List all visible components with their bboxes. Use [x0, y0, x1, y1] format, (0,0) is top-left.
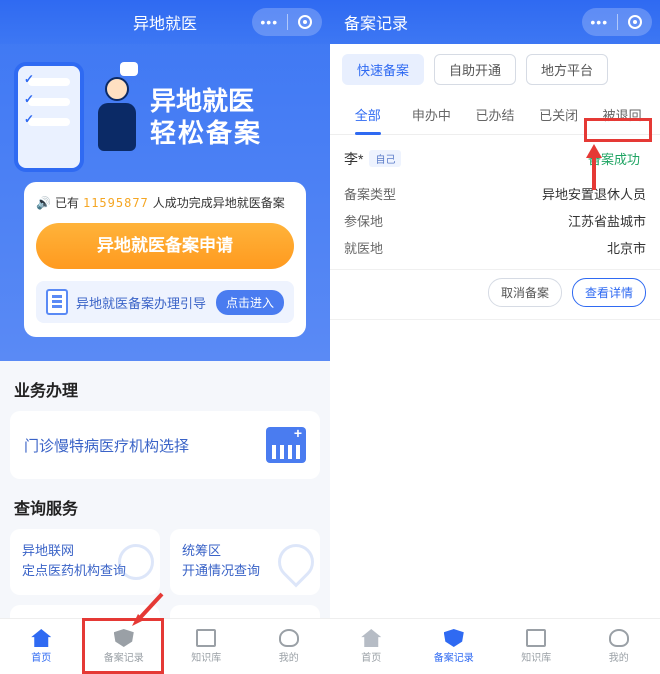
tab-knowledge[interactable]: 知识库: [165, 619, 248, 674]
view-detail-button[interactable]: 查看详情: [572, 278, 646, 307]
status-tab-processing[interactable]: 申办中: [400, 95, 464, 134]
home-screen: 异地就医 ••• 异地就医: [0, 0, 330, 674]
guide-enter-button[interactable]: 点击进入: [216, 290, 284, 315]
hero-banner: 异地就医 轻松备案 🔊 已有 11595877 人成功完成异地就医备案 异地就医…: [0, 44, 330, 351]
status-tabs: 全部 申办中 已办结 已关闭 被退回: [330, 95, 660, 135]
shield-icon: [444, 629, 464, 647]
home-icon: [31, 629, 51, 647]
miniprogram-capsule[interactable]: •••: [582, 8, 652, 36]
status-tab-all[interactable]: 全部: [336, 95, 400, 134]
record-item[interactable]: 李* 自己 备案成功 备案类型异地安置退休人员 参保地江苏省盐城市 就医地北京市: [330, 135, 660, 270]
close-icon[interactable]: [288, 15, 323, 29]
tab-mine[interactable]: 我的: [248, 619, 331, 674]
header-title: 异地就医: [133, 10, 197, 34]
speech-bubble-icon: [120, 62, 138, 76]
tab-home[interactable]: 首页: [330, 619, 413, 674]
close-icon[interactable]: [618, 15, 653, 29]
tabbar: 首页 备案记录 知识库 我的: [330, 618, 660, 674]
record-row-insured: 参保地江苏省盐城市: [344, 207, 646, 234]
guide-text: 异地就医备案办理引导: [76, 293, 208, 312]
status-badge: 备案成功: [582, 147, 646, 170]
tabbar: 首页 备案记录 知识库 我的: [0, 618, 330, 674]
header: 备案记录 •••: [330, 0, 660, 44]
section-title-query: 查询服务: [0, 479, 330, 529]
tab-mine[interactable]: 我的: [578, 619, 660, 674]
biz-card-chronic[interactable]: 门诊慢特病医疗机构选择: [10, 411, 320, 479]
miniprogram-capsule[interactable]: •••: [252, 8, 322, 36]
user-icon: [609, 629, 629, 647]
header-title: 备案记录: [344, 10, 408, 34]
hero-title-line1: 异地就医: [150, 85, 262, 118]
tab-home[interactable]: 首页: [0, 619, 83, 674]
status-tab-closed[interactable]: 已关闭: [527, 95, 591, 134]
book-icon: [196, 629, 216, 647]
more-icon[interactable]: •••: [252, 14, 287, 30]
tab-records[interactable]: 备案记录: [413, 619, 496, 674]
filter-local[interactable]: 地方平台: [526, 54, 608, 85]
header: 异地就医 •••: [0, 0, 330, 44]
filter-self[interactable]: 自助开通: [434, 54, 516, 85]
more-icon[interactable]: •••: [582, 14, 617, 30]
self-tag: 自己: [369, 150, 401, 167]
record-actions: 取消备案 查看详情: [330, 270, 660, 320]
success-counter: 🔊 已有 11595877 人成功完成异地就医备案: [36, 194, 294, 211]
hospital-icon: [266, 427, 306, 463]
apply-button[interactable]: 异地就医备案申请: [36, 223, 294, 269]
illustration-phone-icon: [14, 62, 84, 172]
query-card-network[interactable]: 异地联网 定点医药机构查询: [10, 529, 160, 595]
speaker-icon: 🔊: [36, 196, 51, 210]
section-title-biz: 业务办理: [0, 361, 330, 411]
home-icon: [361, 629, 381, 647]
document-icon: [46, 289, 68, 315]
link-icon: [118, 544, 154, 580]
user-icon: [279, 629, 299, 647]
records-screen: 备案记录 ••• 快速备案 自助开通 地方平台 全部 申办中 已办结 已关闭 被…: [330, 0, 660, 674]
tab-knowledge[interactable]: 知识库: [495, 619, 578, 674]
cancel-record-button[interactable]: 取消备案: [488, 278, 562, 307]
record-row-medical: 就医地北京市: [344, 234, 646, 261]
tab-records[interactable]: 备案记录: [83, 619, 166, 674]
hero-title-line2: 轻松备案: [150, 117, 262, 150]
guide-row[interactable]: 异地就医备案办理引导 点击进入: [36, 281, 294, 323]
status-tab-rejected[interactable]: 被退回: [590, 95, 654, 134]
illustration-person-icon: [94, 77, 140, 157]
book-icon: [526, 629, 546, 647]
status-tab-done[interactable]: 已办结: [463, 95, 527, 134]
record-name: 李* 自己: [344, 149, 401, 169]
query-card-region[interactable]: 统筹区 开通情况查询: [170, 529, 320, 595]
record-row-type: 备案类型异地安置退休人员: [344, 180, 646, 207]
shield-icon: [114, 629, 134, 647]
filter-row: 快速备案 自助开通 地方平台: [330, 44, 660, 95]
hero-action-card: 🔊 已有 11595877 人成功完成异地就医备案 异地就医备案申请 异地就医备…: [24, 182, 306, 337]
filter-quick[interactable]: 快速备案: [342, 54, 424, 85]
